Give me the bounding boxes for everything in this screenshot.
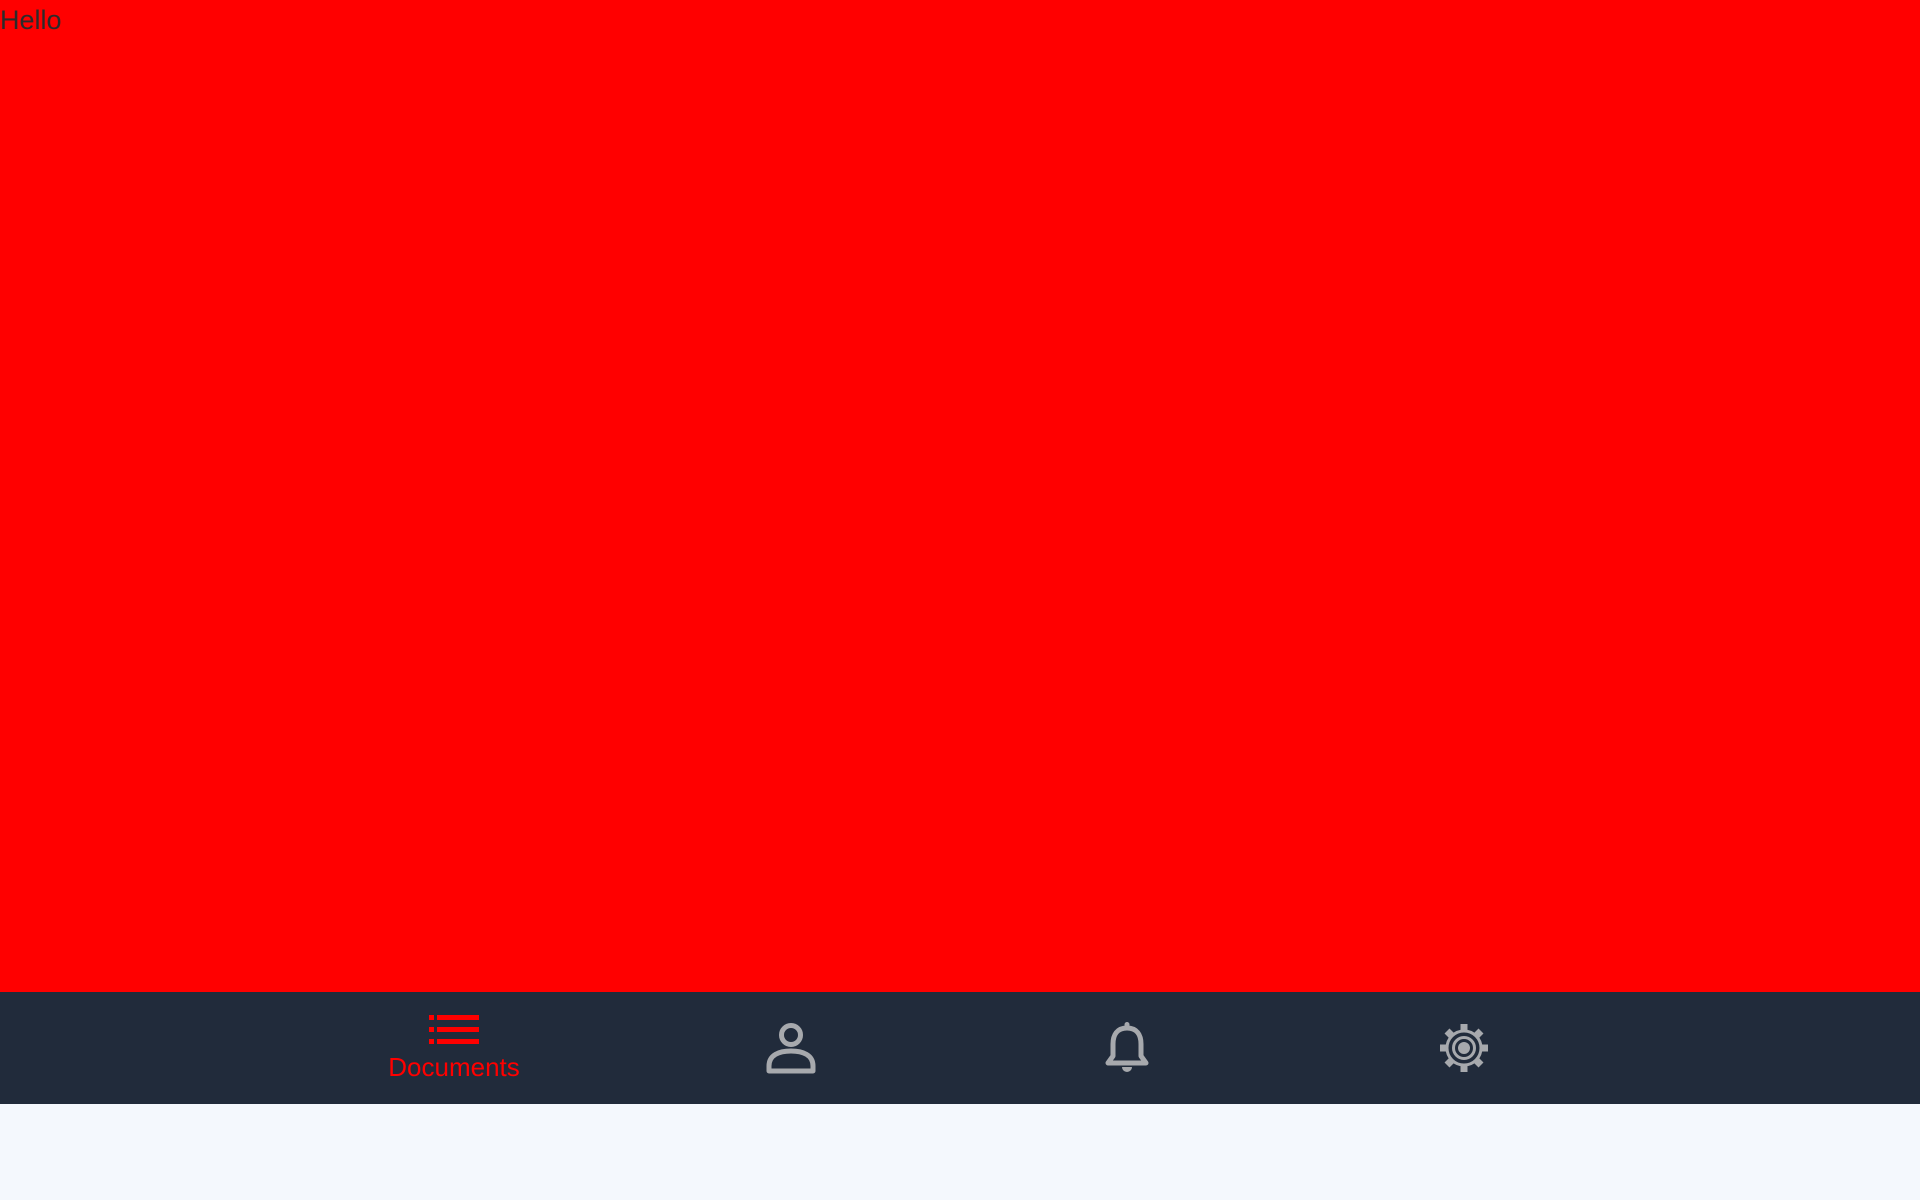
main-content: Hello <box>0 0 1920 992</box>
bottom-safe-area <box>0 1104 1920 1200</box>
tab-documents-label: Documents <box>388 1052 520 1082</box>
tab-settings[interactable] <box>1354 992 1574 1104</box>
tab-notifications[interactable] <box>1017 992 1237 1104</box>
bell-icon <box>1105 1022 1149 1074</box>
tab-documents[interactable]: Documents <box>344 992 564 1104</box>
greeting-text: Hello <box>0 5 62 35</box>
bottom-tab-bar: Documents <box>0 992 1920 1104</box>
list-icon <box>429 1014 479 1046</box>
app-window: Hello Documents <box>0 0 1920 1200</box>
tab-profile[interactable] <box>681 992 901 1104</box>
gear-icon <box>1438 1022 1490 1074</box>
person-icon <box>766 1022 816 1074</box>
